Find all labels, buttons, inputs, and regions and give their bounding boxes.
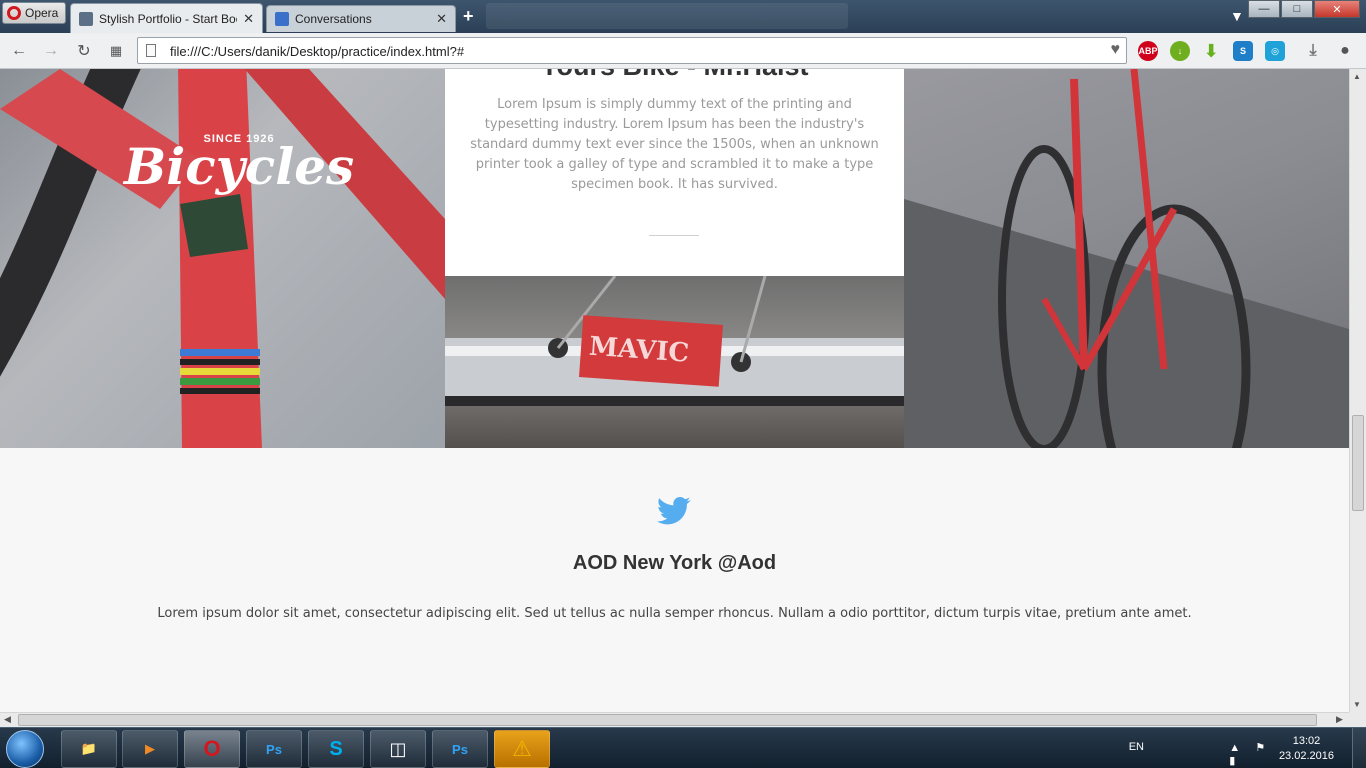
download-green-icon[interactable]: ↓: [1170, 41, 1190, 61]
close-window-button[interactable]: ✕: [1314, 0, 1360, 18]
scroll-left-arrow-icon[interactable]: ◀: [4, 714, 11, 725]
logo-brand-text: Bicycles: [124, 137, 355, 196]
reload-icon[interactable]: ↻: [73, 40, 95, 62]
scroll-down-arrow-icon[interactable]: ▼: [1353, 700, 1361, 709]
maximize-button[interactable]: □: [1281, 0, 1313, 18]
circle-extension-icon[interactable]: ◎: [1265, 41, 1285, 61]
back-arrow-icon[interactable]: ←: [8, 40, 30, 62]
card-body-text: Lorem Ipsum is simply dummy text of the …: [470, 97, 879, 192]
tab-menu-icon[interactable]: ▼: [1230, 8, 1244, 24]
page-viewport: SINCE 1926 Bicycles Yours Bike - Mr.Hals…: [0, 69, 1349, 712]
horizontal-scroll-thumb[interactable]: [18, 714, 1317, 726]
tab-title: Stylish Portfolio - Start Boo: [99, 11, 238, 26]
chat-favicon-icon: [275, 12, 289, 26]
show-desktop-button[interactable]: [1352, 728, 1366, 768]
opera-menu-label: Opera: [25, 6, 59, 20]
window-controls: — □ ✕: [1248, 0, 1360, 18]
adblock-plus-icon[interactable]: ABP: [1138, 41, 1158, 61]
bicycle-frame-illustration: [0, 69, 445, 448]
clock[interactable]: 13:02 23.02.2016: [1279, 734, 1334, 764]
horizontal-scrollbar[interactable]: ◀ ▶: [0, 712, 1349, 727]
red-bicycle-photo: [904, 69, 1349, 448]
scroll-up-arrow-icon[interactable]: ▲: [1353, 72, 1361, 81]
photoshop-taskbar-button[interactable]: Ps: [246, 730, 302, 768]
language-indicator[interactable]: EN: [1129, 741, 1144, 753]
new-tab-button[interactable]: +: [463, 6, 474, 27]
tab-stylish-portfolio[interactable]: Stylish Portfolio - Start Boo ✕: [70, 3, 263, 33]
card-divider: [649, 235, 699, 236]
explorer-taskbar-button[interactable]: 📁: [61, 730, 117, 768]
background-window-ghost: [486, 3, 848, 29]
card-title: Yours Bike - Mr.Halst: [445, 69, 904, 82]
download-manager-icon[interactable]: ⤓: [1303, 41, 1323, 61]
tab-strip: Opera Stylish Portfolio - Start Boo ✕ Co…: [0, 0, 1366, 33]
opera-taskbar-button[interactable]: O: [184, 730, 240, 768]
skype-taskbar-button[interactable]: S: [308, 730, 364, 768]
vertical-scrollbar[interactable]: ▲ ▼: [1349, 69, 1366, 712]
bicycle-frame-photo: SINCE 1926 Bicycles: [0, 69, 445, 448]
speed-dial-grid-icon[interactable]: ▦: [105, 40, 127, 62]
photoshop-2-taskbar-button[interactable]: Ps: [432, 730, 488, 768]
text-card: Yours Bike - Mr.Halst Lorem Ipsum is sim…: [445, 69, 904, 276]
wheel-rim-photo: MAVIC: [445, 276, 904, 448]
media-player-taskbar-button[interactable]: ▶: [122, 730, 178, 768]
vertical-scroll-thumb[interactable]: [1352, 415, 1364, 511]
bicycle-illustration: [904, 69, 1349, 448]
close-tab-icon[interactable]: ✕: [436, 11, 447, 27]
download-arrow-icon[interactable]: ⬇: [1201, 41, 1221, 61]
account-icon[interactable]: ●: [1335, 41, 1355, 61]
s-extension-icon[interactable]: S: [1233, 41, 1253, 61]
close-tab-icon[interactable]: ✕: [243, 11, 254, 27]
url-input[interactable]: [170, 41, 1090, 61]
clock-date: 23.02.2016: [1278, 750, 1334, 762]
minimize-button[interactable]: —: [1248, 0, 1280, 18]
opera-menu-button[interactable]: Opera: [2, 2, 66, 24]
page-icon: [146, 44, 156, 57]
bracket-app-taskbar-button[interactable]: ◫: [370, 730, 426, 768]
tweet-text: Lorem ipsum dolor sit amet, consectetur …: [157, 606, 1192, 621]
bicycles-logo: SINCE 1926 Bicycles: [124, 133, 354, 193]
tweet-heading: AOD New York @Aod: [572, 552, 777, 574]
tray-icons[interactable]: ▲ ⚑ ▮ ▂▄▆ ◀): [1229, 741, 1272, 768]
mavic-sticker: MAVIC: [579, 315, 723, 387]
tab-title: Conversations: [295, 12, 372, 26]
address-bar[interactable]: ♥: [137, 37, 1127, 64]
page-favicon-icon: [79, 11, 93, 26]
windows-taskbar: 📁 ▶ O Ps S ◫ Ps ⚠ EN ▲ ⚑ ▮ ▂▄▆ ◀) 13:02 …: [0, 727, 1366, 768]
bookmark-heart-icon[interactable]: ♥: [1111, 41, 1121, 59]
warning-taskbar-button[interactable]: ⚠: [494, 730, 550, 768]
scroll-right-arrow-icon[interactable]: ▶: [1336, 714, 1343, 725]
clock-time: 13:02: [1292, 735, 1321, 747]
browser-toolbar: ← → ↻ ▦ ♥ ABP ↓ ⬇ S ◎ ⤓ ●: [0, 33, 1366, 69]
scrollbar-corner: [1349, 712, 1366, 727]
tab-conversations[interactable]: Conversations ✕: [266, 5, 456, 32]
start-button[interactable]: [6, 730, 44, 768]
twitter-bird-icon[interactable]: [657, 496, 691, 526]
opera-logo-icon: [7, 6, 21, 20]
forward-arrow-icon[interactable]: →: [40, 40, 62, 62]
twitter-section: AOD New York @Aod Lorem ipsum dolor sit …: [0, 448, 1349, 712]
